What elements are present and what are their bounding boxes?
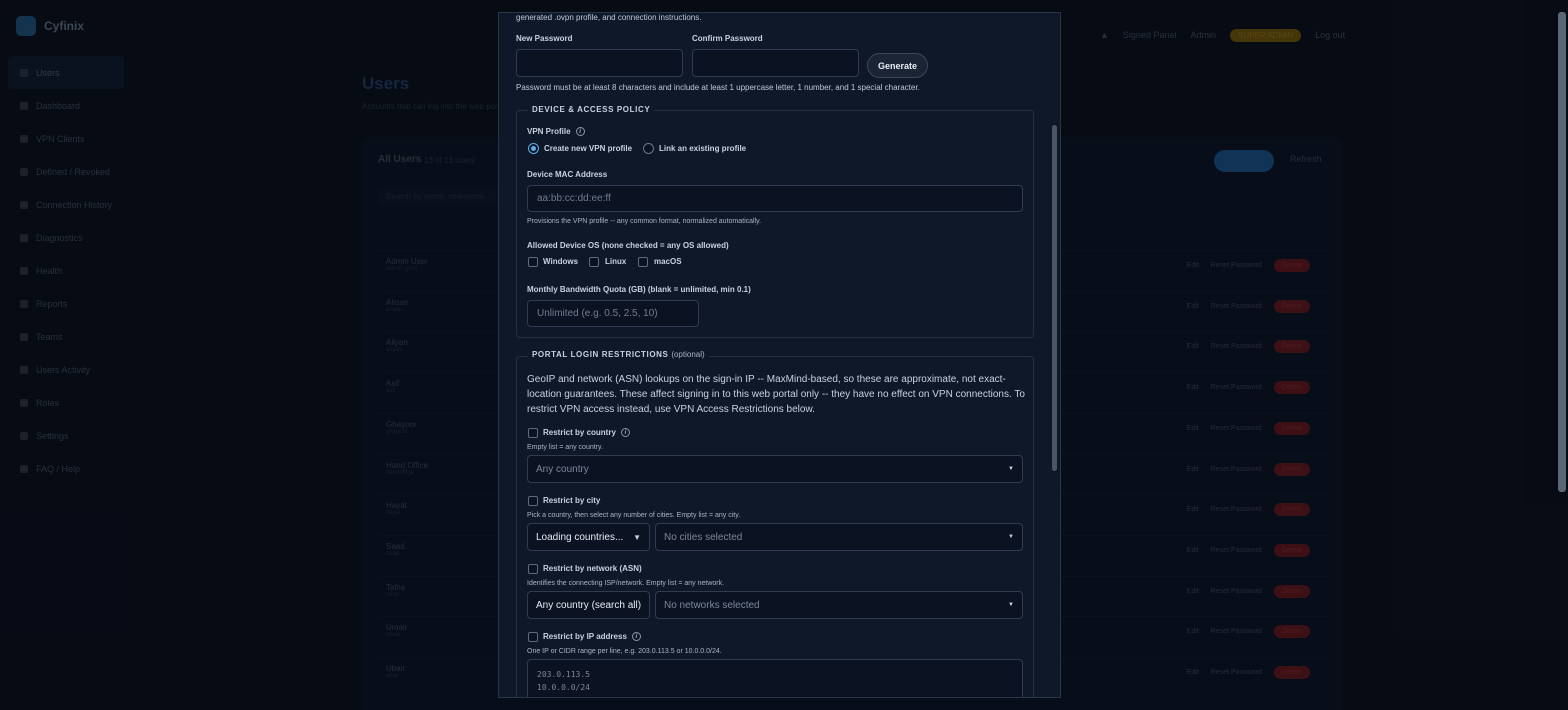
chevron-down-icon: ▼ bbox=[1008, 602, 1014, 608]
page-scrollbar[interactable] bbox=[1558, 12, 1566, 492]
portal-restrictions-description: GeoIP and network (ASN) lookups on the s… bbox=[527, 374, 1025, 415]
allowed-os-label: Allowed Device OS (none checked = any OS… bbox=[527, 241, 729, 250]
city-country-select[interactable]: Loading countries... ▼ bbox=[527, 523, 650, 551]
bandwidth-quota-label: Monthly Bandwidth Quota (GB) (blank = un… bbox=[527, 285, 751, 294]
radio-create-profile-label[interactable]: Create new VPN profile bbox=[544, 144, 632, 153]
ip-info-icon[interactable]: i bbox=[631, 632, 641, 642]
password-hint: Password must be at least 8 characters a… bbox=[516, 83, 920, 92]
portal-restrictions-legend-text: PORTAL LOGIN RESTRICTIONS bbox=[532, 350, 669, 359]
restrict-city-checkbox[interactable] bbox=[528, 496, 538, 506]
generate-password-button[interactable]: Generate bbox=[867, 53, 928, 78]
restrict-asn-help: Identifies the connecting ISP/network. E… bbox=[527, 580, 725, 587]
restrict-country-checkbox[interactable] bbox=[528, 428, 538, 438]
city-select[interactable]: No cities selected ▼ bbox=[655, 523, 1023, 551]
new-password-input[interactable] bbox=[516, 49, 683, 77]
restrict-country-help: Empty list = any country. bbox=[527, 444, 603, 451]
asn-country-select[interactable]: Any country (search all) bbox=[527, 591, 650, 619]
vpn-profile-label-text: VPN Profile bbox=[527, 127, 571, 136]
modal-scrollbar-thumb[interactable] bbox=[1052, 125, 1057, 471]
info-icon[interactable]: i bbox=[575, 127, 585, 137]
portal-restrictions-optional: (optional) bbox=[671, 350, 705, 359]
restrict-country-label-text: Restrict by country bbox=[543, 428, 616, 437]
chevron-down-icon: ▼ bbox=[1008, 534, 1014, 540]
radio-link-profile[interactable] bbox=[643, 143, 654, 154]
radio-link-profile-label[interactable]: Link an existing profile bbox=[659, 144, 746, 153]
radio-create-profile[interactable] bbox=[528, 143, 539, 154]
os-macos-label[interactable]: macOS bbox=[654, 257, 682, 266]
new-password-label: New Password bbox=[516, 34, 573, 43]
os-linux-label[interactable]: Linux bbox=[605, 257, 626, 266]
ip-address-textarea[interactable]: 203.0.113.5 10.0.0.0/24 bbox=[527, 659, 1023, 697]
restrict-ip-label[interactable]: Restrict by IP address i bbox=[543, 632, 641, 642]
asn-select[interactable]: No networks selected ▼ bbox=[655, 591, 1023, 619]
chevron-down-icon: ▼ bbox=[1008, 466, 1014, 472]
portal-restrictions-legend: PORTAL LOGIN RESTRICTIONS (optional) bbox=[528, 350, 709, 359]
confirm-password-label: Confirm Password bbox=[692, 34, 763, 43]
restrict-city-label[interactable]: Restrict by city bbox=[543, 496, 600, 505]
os-macos-checkbox[interactable] bbox=[638, 257, 648, 267]
add-user-modal: generated .ovpn profile, and connection … bbox=[498, 12, 1061, 698]
os-windows-label[interactable]: Windows bbox=[543, 257, 578, 266]
country-select[interactable]: Any country ▼ bbox=[527, 455, 1023, 483]
country-info-icon[interactable]: i bbox=[620, 428, 630, 438]
restrict-asn-checkbox[interactable] bbox=[528, 564, 538, 574]
device-access-legend: DEVICE & ACCESS POLICY bbox=[528, 105, 655, 114]
confirm-password-input[interactable] bbox=[692, 49, 859, 77]
os-linux-checkbox[interactable] bbox=[589, 257, 599, 267]
restrict-ip-checkbox[interactable] bbox=[528, 632, 538, 642]
asn-select-value: No networks selected bbox=[664, 599, 760, 611]
intro-text: generated .ovpn profile, and connection … bbox=[516, 13, 702, 22]
bandwidth-quota-input[interactable]: Unlimited (e.g. 0.5, 2.5, 10) bbox=[527, 300, 699, 327]
city-select-value: No cities selected bbox=[664, 531, 743, 543]
restrict-asn-label[interactable]: Restrict by network (ASN) bbox=[543, 564, 642, 573]
country-select-value: Any country bbox=[536, 463, 589, 475]
asn-country-select-value: Any country (search all) bbox=[536, 599, 642, 611]
vpn-profile-label: VPN Profile i bbox=[527, 127, 585, 137]
chevron-down-icon: ▼ bbox=[633, 532, 641, 542]
restrict-ip-label-text: Restrict by IP address bbox=[543, 632, 627, 641]
os-windows-checkbox[interactable] bbox=[528, 257, 538, 267]
restrict-city-help: Pick a country, then select any number o… bbox=[527, 512, 741, 519]
city-country-select-value: Loading countries... bbox=[536, 531, 624, 543]
mac-address-help: Provisions the VPN profile -- any common… bbox=[527, 218, 762, 225]
mac-address-label: Device MAC Address bbox=[527, 170, 608, 179]
restrict-ip-help: One IP or CIDR range per line, e.g. 203.… bbox=[527, 648, 722, 655]
mac-address-input[interactable]: aa:bb:cc:dd:ee:ff bbox=[527, 185, 1023, 212]
restrict-country-label[interactable]: Restrict by country i bbox=[543, 428, 630, 438]
